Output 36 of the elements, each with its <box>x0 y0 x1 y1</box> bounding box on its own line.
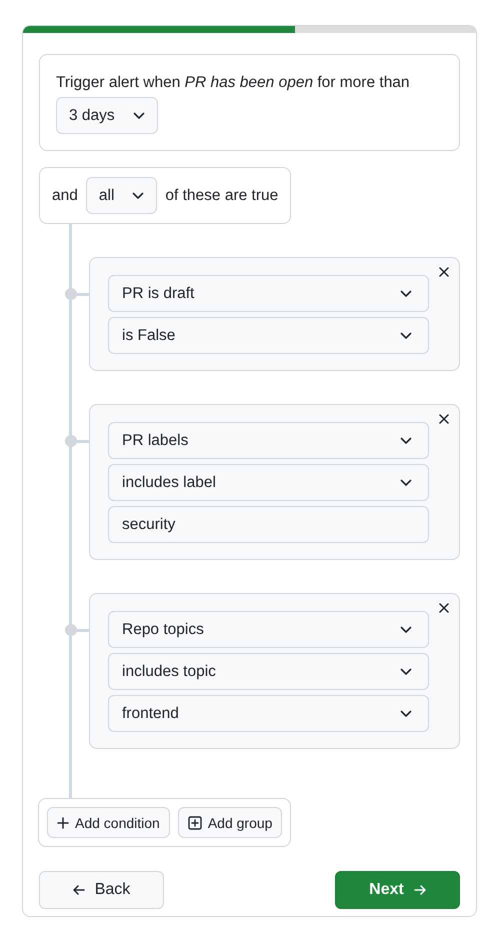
chevron-down-icon <box>400 436 412 444</box>
chevron-down-icon <box>400 668 412 676</box>
add-condition-button[interactable]: Add condition <box>47 807 170 838</box>
quantifier-select[interactable]: all <box>86 177 158 214</box>
next-button[interactable]: Next <box>335 871 460 909</box>
duration-select[interactable]: 3 days <box>56 97 158 134</box>
add-group-button[interactable]: Add group <box>178 807 282 838</box>
trigger-text: Trigger alert when PR has been open for more than <box>56 73 411 93</box>
arrow-right-icon <box>414 885 426 895</box>
chevron-down-icon <box>400 290 412 298</box>
chevron-down-icon <box>132 112 145 120</box>
condition-select[interactable]: Repo topics <box>108 611 429 648</box>
close-icon <box>439 414 449 424</box>
close-icon <box>439 603 449 613</box>
value-input-field[interactable]: security <box>108 506 429 543</box>
plus-icon <box>57 816 69 828</box>
group-suffix-text: of these are true <box>165 186 278 204</box>
arrow-left-icon <box>72 885 85 895</box>
chevron-down-icon <box>400 710 412 718</box>
chevron-down-icon <box>132 192 144 200</box>
chevron-down-icon <box>400 332 412 340</box>
plus-square-icon <box>188 816 202 830</box>
close-button[interactable] <box>438 602 450 614</box>
back-button[interactable]: Back <box>39 871 164 909</box>
close-icon <box>439 267 449 277</box>
condition-select[interactable]: includes label <box>108 464 429 501</box>
condition-select[interactable]: PR labels <box>108 422 429 459</box>
condition-select[interactable]: is False <box>108 317 429 354</box>
condition-select[interactable]: PR is draft <box>108 275 429 312</box>
close-button[interactable] <box>438 266 450 278</box>
group-prefix-text: and <box>52 186 78 204</box>
condition-select[interactable]: includes topic <box>108 653 429 690</box>
close-button[interactable] <box>438 413 450 425</box>
chevron-down-icon <box>400 478 412 486</box>
condition-select[interactable]: frontend <box>108 695 429 732</box>
chevron-down-icon <box>400 626 412 634</box>
